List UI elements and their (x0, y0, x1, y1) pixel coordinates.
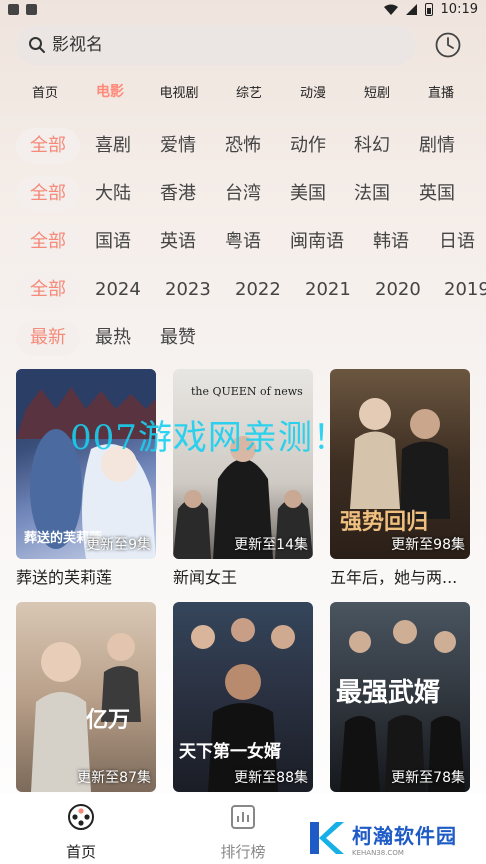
episode-badge: 更新至14集 (234, 537, 308, 553)
brand-name: 柯瀚软件园 (352, 823, 457, 848)
sort-chip[interactable]: 最热 (95, 320, 131, 356)
movie-card[interactable]: 亿万 更新至87集 (16, 602, 156, 797)
tab-movie[interactable]: 电影 (96, 81, 124, 101)
filter-chip[interactable]: 国语 (95, 224, 131, 260)
movie-card[interactable]: 最强武婿 更新至78集 (330, 602, 470, 797)
movie-poster[interactable]: 葬送的芙莉莲 更新至9集 (16, 369, 156, 559)
filter-chip[interactable]: 动作 (290, 128, 326, 164)
movie-title[interactable]: 新闻女王 (173, 564, 313, 588)
status-bar: 10:19 (0, 0, 486, 22)
tab-live[interactable]: 直播 (428, 82, 454, 101)
filter-chip[interactable]: 科幻 (354, 128, 390, 164)
history-clock-icon[interactable] (434, 31, 462, 59)
filter-chip[interactable]: 香港 (160, 176, 196, 212)
tab-anime[interactable]: 动漫 (300, 82, 326, 101)
episode-badge: 更新至9集 (86, 537, 151, 553)
notification-icon (26, 4, 37, 15)
movie-poster[interactable]: 最强武婿 更新至78集 (330, 602, 470, 792)
sort-chip[interactable]: 最赞 (160, 320, 196, 356)
movie-title[interactable]: 葬送的芙莉莲 (16, 564, 156, 588)
movie-poster[interactable]: 天下第一女婿 更新至88集 (173, 602, 313, 792)
tab-short-drama[interactable]: 短剧 (364, 82, 390, 101)
poster-art (191, 618, 295, 792)
episode-badge: 更新至88集 (234, 770, 308, 786)
brand-url: KEHAN38.COM (352, 848, 404, 857)
film-reel-icon (68, 804, 94, 830)
movie-card[interactable]: 强势回归 更新至98集 五年后，她与两... (330, 369, 470, 588)
notification-icon (8, 4, 19, 15)
nav-ranking[interactable]: 排行榜 (203, 803, 283, 862)
sort-chip-selected[interactable]: 最新 (16, 320, 80, 356)
region-filter-row: 全部 大陆 香港 台湾 美国 法国 英国 (0, 176, 486, 212)
movie-card[interactable]: 葬送的芙莉莲 更新至9集 葬送的芙莉莲 (16, 369, 156, 588)
filter-chip[interactable]: 2020 (375, 272, 421, 308)
filter-chip[interactable]: 台湾 (225, 176, 261, 212)
filter-chip[interactable]: 法国 (354, 176, 390, 212)
filter-chip[interactable]: 2022 (235, 272, 281, 308)
nav-home[interactable]: 首页 (41, 803, 121, 862)
filter-chip-selected[interactable]: 全部 (16, 176, 80, 212)
signal-icon (405, 4, 417, 15)
poster-title-text: 强势回归 (340, 509, 429, 535)
search-input[interactable] (52, 35, 372, 55)
filter-chip[interactable]: 日语 (439, 224, 475, 260)
language-filter-row: 全部 国语 英语 粤语 闽南语 韩语 日语 (0, 224, 486, 260)
episode-badge: 更新至87集 (77, 770, 151, 786)
filter-chip[interactable]: 韩语 (373, 224, 409, 260)
movie-card[interactable]: 天下第一女婿 更新至88集 (173, 602, 313, 797)
nav-ranking-label: 排行榜 (220, 843, 266, 861)
filter-chip[interactable]: 2019 (444, 272, 486, 308)
search-bar[interactable] (16, 25, 416, 65)
poster-title-text: 天下第一女婿 (179, 742, 281, 762)
wifi-icon (383, 4, 398, 15)
movie-poster[interactable]: 亿万 更新至87集 (16, 602, 156, 792)
search-icon (29, 37, 45, 53)
tab-home[interactable]: 首页 (32, 82, 58, 101)
poster-title-text: 最强武婿 (336, 678, 441, 708)
status-time: 10:19 (440, 2, 478, 17)
filter-chip[interactable]: 大陆 (95, 176, 131, 212)
genre-filter-row: 全部 喜剧 爱情 恐怖 动作 科幻 剧情 (0, 128, 486, 164)
movie-poster[interactable]: the QUEEN of news 更新至14集 (173, 369, 313, 559)
brand-k-icon (310, 822, 344, 854)
watermark-text: 007游戏网亲测！ (70, 418, 348, 458)
tab-variety[interactable]: 综艺 (236, 82, 262, 101)
episode-badge: 更新至78集 (391, 770, 465, 786)
filter-chip[interactable]: 英语 (160, 224, 196, 260)
category-tabs: 首页 电影 电视剧 综艺 动漫 短剧 直播 (0, 82, 486, 104)
bar-chart-icon (231, 805, 255, 829)
poster-art (31, 633, 141, 792)
year-filter-row: 全部 2024 2023 2022 2021 2020 2019 (0, 272, 486, 308)
filter-chip[interactable]: 闽南语 (290, 224, 344, 260)
filter-chip[interactable]: 2024 (95, 272, 141, 308)
movie-card[interactable]: the QUEEN of news 更新至14集 新闻女王 (173, 369, 313, 588)
filter-chip-selected[interactable]: 全部 (16, 128, 80, 164)
filter-chip[interactable]: 爱情 (160, 128, 196, 164)
filter-chip[interactable]: 2021 (305, 272, 351, 308)
filter-chip[interactable]: 美国 (290, 176, 326, 212)
battery-icon (424, 3, 433, 16)
poster-title-text: the QUEEN of news (191, 385, 303, 398)
brand-logo: 柯瀚软件园 KEHAN38.COM (288, 812, 486, 864)
filter-chip-selected[interactable]: 全部 (16, 224, 80, 260)
movie-poster[interactable]: 强势回归 更新至98集 (330, 369, 470, 559)
poster-title-text: 亿万 (86, 707, 131, 733)
sort-filter-row: 最新 最热 最赞 (0, 320, 486, 356)
filter-chip[interactable]: 英国 (419, 176, 455, 212)
filter-chip[interactable]: 2023 (165, 272, 211, 308)
filter-chip-selected[interactable]: 全部 (16, 272, 80, 308)
nav-home-label: 首页 (65, 843, 96, 861)
filter-chip[interactable]: 粤语 (225, 224, 261, 260)
episode-badge: 更新至98集 (391, 537, 465, 553)
filter-chip[interactable]: 恐怖 (225, 128, 261, 164)
filter-chip[interactable]: 剧情 (419, 128, 455, 164)
movie-title[interactable]: 五年后，她与两... (330, 564, 470, 588)
filter-chip[interactable]: 喜剧 (95, 128, 131, 164)
tab-tv-series[interactable]: 电视剧 (159, 82, 198, 101)
